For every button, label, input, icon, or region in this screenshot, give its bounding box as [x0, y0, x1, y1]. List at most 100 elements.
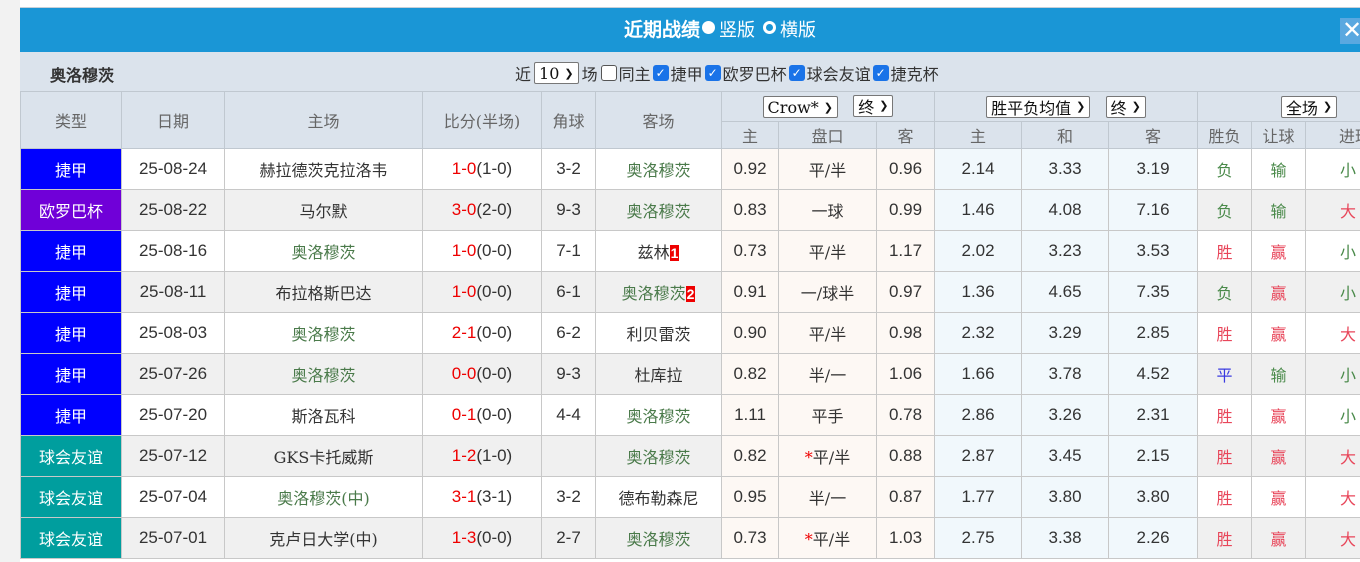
away-team[interactable]: 奥洛穆茨: [595, 189, 722, 231]
filter-bar: 奥洛穆茨 近 10 ❯ 场 同主 ✓ 捷甲 ✓ 欧罗巴杯 ✓ 球会友谊 ✓ 捷克杯: [20, 52, 1360, 91]
half-score: (2-0): [476, 200, 513, 219]
home-team[interactable]: 赫拉德茨克拉洛韦: [224, 148, 423, 190]
table-row[interactable]: 球会友谊 25-07-01 克卢日大学(中) 1-3(0-0) 2-7 奥洛穆茨…: [20, 517, 1360, 559]
odds-type-select[interactable]: 胜平负均值 ❯: [986, 95, 1091, 118]
corners: 3-2: [541, 476, 596, 518]
away-team-name: 奥洛穆茨: [626, 407, 691, 426]
odds-draw: 3.45: [1021, 435, 1110, 477]
half-score: (1-0): [476, 159, 513, 178]
handicap-result: 赢: [1251, 435, 1307, 477]
away-team[interactable]: 奥洛穆茨: [595, 148, 722, 190]
away-team[interactable]: 利贝雷茨: [595, 312, 722, 354]
match-date: 25-08-11: [121, 271, 225, 313]
home-team[interactable]: 奥洛穆茨: [224, 312, 423, 354]
home-team[interactable]: 奥洛穆茨: [224, 230, 423, 272]
match-type[interactable]: 捷甲: [20, 148, 122, 190]
subcol-1: 盘口: [778, 121, 877, 149]
match-type[interactable]: 欧罗巴杯: [20, 189, 122, 231]
checkbox-label[interactable]: 捷甲: [671, 61, 703, 85]
table-row[interactable]: 捷甲 25-08-11 布拉格斯巴达 1-0(0-0) 6-1 奥洛穆茨2 0.…: [20, 271, 1360, 313]
score[interactable]: 0-0(0-0): [422, 353, 542, 395]
handicap-home: 0.90: [721, 312, 779, 354]
period-select[interactable]: 全场 ❯: [1280, 95, 1338, 118]
table-row[interactable]: 欧罗巴杯 25-08-22 马尔默 3-0(2-0) 9-3 奥洛穆茨 0.83…: [20, 189, 1360, 231]
away-team[interactable]: 奥洛穆茨: [595, 394, 722, 436]
horizontal-radio[interactable]: [763, 21, 777, 34]
score[interactable]: 1-0(0-0): [422, 271, 542, 313]
star-mark: *: [804, 448, 813, 467]
odds-header: 胜平负均值 ❯ 终 ❯: [934, 91, 1199, 122]
score[interactable]: 3-1(3-1): [422, 476, 542, 518]
score[interactable]: 1-0(1-0): [422, 148, 542, 190]
checkbox-label[interactable]: 捷克杯: [891, 61, 939, 85]
table-row[interactable]: 捷甲 25-07-20 斯洛瓦科 0-1(0-0) 4-4 奥洛穆茨 1.11 …: [20, 394, 1360, 436]
home-team[interactable]: 奥洛穆茨(中): [224, 476, 423, 518]
score[interactable]: 3-0(2-0): [422, 189, 542, 231]
home-team[interactable]: 克卢日大学(中): [224, 517, 423, 559]
vertical-label[interactable]: 竖版: [719, 20, 755, 41]
checkbox-3[interactable]: ✓: [788, 65, 805, 81]
away-team[interactable]: 奥洛穆茨: [595, 435, 722, 477]
full-score: 2-1: [451, 323, 477, 342]
handicap-state-select[interactable]: 终 ❯: [853, 94, 894, 117]
score[interactable]: 1-3(0-0): [422, 517, 542, 559]
horizontal-label[interactable]: 横版: [780, 20, 816, 41]
win-loss: 胜: [1197, 435, 1253, 477]
corners: 7-1: [541, 230, 596, 272]
match-type[interactable]: 球会友谊: [20, 517, 122, 559]
home-team[interactable]: GKS卡托威斯: [224, 435, 423, 477]
company-select[interactable]: Crow* ❯: [762, 96, 838, 119]
table-row[interactable]: 捷甲 25-07-26 奥洛穆茨 0-0(0-0) 9-3 杜库拉 0.82 半…: [20, 353, 1360, 395]
away-team[interactable]: 杜库拉: [595, 353, 722, 395]
score[interactable]: 1-0(0-0): [422, 230, 542, 272]
match-type[interactable]: 球会友谊: [20, 435, 122, 477]
corners: 9-3: [541, 353, 596, 395]
away-team[interactable]: 兹林1: [595, 230, 722, 272]
table-row[interactable]: 球会友谊 25-07-12 GKS卡托威斯 1-2(1-0) 奥洛穆茨 0.82…: [20, 435, 1360, 477]
close-button[interactable]: ✕: [1340, 18, 1360, 44]
period-value: 全场: [1285, 98, 1318, 118]
score[interactable]: 0-1(0-0): [422, 394, 542, 436]
match-type[interactable]: 球会友谊: [20, 476, 122, 518]
match-type[interactable]: 捷甲: [20, 312, 122, 354]
match-type[interactable]: 捷甲: [20, 230, 122, 272]
handicap-home: 0.73: [721, 517, 779, 559]
score[interactable]: 1-2(1-0): [422, 435, 542, 477]
match-date: 25-07-12: [121, 435, 225, 477]
handicap-home: 0.83: [721, 189, 779, 231]
home-team[interactable]: 奥洛穆茨: [224, 353, 423, 395]
match-type[interactable]: 捷甲: [20, 353, 122, 395]
win-loss: 负: [1197, 148, 1253, 190]
handicap-line-value: 平/半: [808, 161, 847, 180]
checkbox-1[interactable]: ✓: [652, 65, 669, 81]
checkbox-label[interactable]: 欧罗巴杯: [723, 61, 787, 85]
match-date: 25-07-04: [121, 476, 225, 518]
table-row[interactable]: 捷甲 25-08-24 赫拉德茨克拉洛韦 1-0(1-0) 3-2 奥洛穆茨 0…: [20, 148, 1360, 190]
score[interactable]: 2-1(0-0): [422, 312, 542, 354]
checkbox-4[interactable]: ✓: [872, 65, 889, 81]
match-type[interactable]: 捷甲: [20, 271, 122, 313]
away-team[interactable]: 德布勒森尼: [595, 476, 722, 518]
handicap-result: 赢: [1251, 312, 1307, 354]
away-team[interactable]: 奥洛穆茨2: [595, 271, 722, 313]
home-team[interactable]: 斯洛瓦科: [224, 394, 423, 436]
table-row[interactable]: 捷甲 25-08-16 奥洛穆茨 1-0(0-0) 7-1 兹林1 0.73 平…: [20, 230, 1360, 272]
away-team[interactable]: 奥洛穆茨: [595, 517, 722, 559]
checkbox-2[interactable]: ✓: [704, 65, 721, 81]
match-type[interactable]: 捷甲: [20, 394, 122, 436]
handicap-line: *平/半: [778, 435, 877, 477]
win-loss: 胜: [1197, 394, 1253, 436]
table-row[interactable]: 球会友谊 25-07-04 奥洛穆茨(中) 3-1(3-1) 3-2 德布勒森尼…: [20, 476, 1360, 518]
checkbox-label[interactable]: 同主: [619, 61, 651, 85]
match-count-select[interactable]: 10 ❯: [534, 62, 579, 84]
checkbox-0[interactable]: [600, 65, 617, 81]
vertical-radio[interactable]: [701, 21, 715, 34]
odds-state-select[interactable]: 终 ❯: [1105, 95, 1146, 118]
checkbox-label[interactable]: 球会友谊: [807, 61, 871, 85]
handicap-line: 平/半: [778, 312, 877, 354]
home-team[interactable]: 布拉格斯巴达: [224, 271, 423, 313]
home-team[interactable]: 马尔默: [224, 189, 423, 231]
away-team-name: 奥洛穆茨: [626, 530, 691, 549]
over-under: 小: [1305, 271, 1360, 313]
table-row[interactable]: 捷甲 25-08-03 奥洛穆茨 2-1(0-0) 6-2 利贝雷茨 0.90 …: [20, 312, 1360, 354]
